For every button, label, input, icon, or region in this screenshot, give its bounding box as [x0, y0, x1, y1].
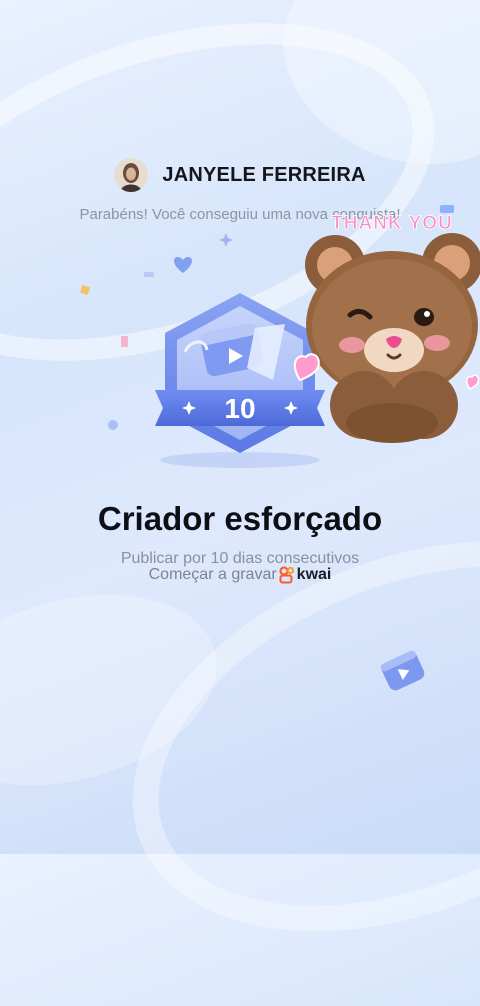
- background-swoosh: [0, 564, 239, 816]
- kwai-logo: kwai: [279, 566, 332, 584]
- confetti-icon: [121, 336, 128, 347]
- confetti-icon: [144, 272, 154, 277]
- kwai-logo-icon: [279, 566, 294, 584]
- star-confetti-icon: [219, 233, 233, 247]
- user-row: JANYELE FERREIRA: [0, 158, 480, 192]
- start-recording-cta[interactable]: Começar a gravar kwai: [0, 566, 480, 584]
- confetti-icon: [80, 285, 90, 295]
- background-swoosh: [74, 465, 480, 1006]
- thank-you-bear-sticker: THANK YOU: [292, 205, 480, 450]
- heart-confetti-icon: [173, 257, 193, 273]
- achievement-title: Criador esforçado: [97, 500, 383, 537]
- video-play-icon: [380, 650, 425, 691]
- thank-you-text: THANK YOU: [331, 213, 453, 234]
- cta-label: Começar a gravar: [148, 566, 277, 583]
- user-name: JANYELE FERREIRA: [162, 163, 366, 186]
- badge-number: 10: [224, 393, 255, 424]
- avatar[interactable]: [114, 158, 149, 192]
- confetti-icon: [108, 420, 118, 430]
- kwai-brand-text: kwai: [296, 566, 332, 583]
